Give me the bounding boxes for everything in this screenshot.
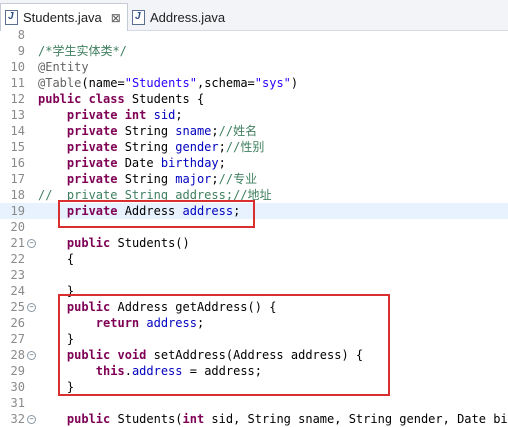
line-number: 12 [10,92,25,106]
fold-toggle-icon[interactable]: − [27,303,36,312]
line-number: 11 [10,76,25,90]
code-text: @Entity [38,60,89,74]
line-number: 9 [17,44,25,58]
line-number: 8 [17,28,25,42]
code-line[interactable]: 12 public class Students { [0,91,508,107]
code-line[interactable]: 9 /*学生实体类*/ [0,43,508,59]
line-number: 19 [10,204,25,218]
highlight-box-field [58,200,255,228]
code-text: private String gender;//性别 [66,140,265,154]
java-file-icon: J [5,10,18,25]
line-number: 26 [10,316,25,330]
code-line[interactable]: 17 private String major;//专业 [0,171,508,187]
line-number: 18 [10,188,25,202]
line-number: 14 [10,124,25,138]
line-number: 17 [10,172,25,186]
code-line[interactable]: 21− public Students() [0,235,508,251]
code-line[interactable]: 16 private Date birthday; [0,155,508,171]
code-text: { [38,252,75,266]
code-line[interactable]: 14 private String sname;//姓名 [0,123,508,139]
line-number: 23 [10,268,25,282]
code-line[interactable]: 32− public Students(int sid, String snam… [0,411,508,427]
line-number: 28 [10,348,25,362]
line-number: 32 [10,412,25,426]
code-text: public Students() [66,236,190,250]
line-number: 21 [10,236,25,250]
code-text: private Date birthday; [66,156,226,170]
code-line[interactable]: 22 { [0,251,508,267]
line-number: 10 [10,60,25,74]
tab-label: Address.java [150,9,226,25]
code-text: @Table(name="Students",schema="sys") [38,76,299,90]
line-number: 27 [10,332,25,346]
code-line[interactable]: 15 private String gender;//性别 [0,139,508,155]
line-number: 24 [10,284,25,298]
line-number: 25 [10,300,25,314]
line-number: 15 [10,140,25,154]
code-text: public Students(int sid, String sname, S… [66,412,508,426]
line-number: 13 [10,108,25,122]
fold-toggle-icon[interactable]: − [27,239,36,248]
line-number: 20 [10,220,25,234]
code-line[interactable]: 8 [0,27,508,43]
code-text: private String major;//专业 [66,172,258,186]
tab-label: Students.java [23,10,102,25]
code-line[interactable]: 11 @Table(name="Students",schema="sys") [0,75,508,91]
code-line[interactable]: 10 @Entity [0,59,508,75]
line-number: 16 [10,156,25,170]
line-number: 31 [10,396,25,410]
line-number: 29 [10,364,25,378]
code-text: private String sname;//姓名 [66,124,258,138]
code-text: /*学生实体类*/ [38,44,127,58]
fold-toggle-icon[interactable]: − [27,351,36,360]
close-icon[interactable]: ⊠ [111,11,121,25]
code-line[interactable]: 23 [0,267,508,283]
code-line[interactable]: 31 [0,395,508,411]
code-text: public class Students { [38,92,205,106]
code-line[interactable]: 13 private int sid; [0,107,508,123]
line-number: 22 [10,252,25,266]
code-text: private int sid; [66,108,183,122]
highlight-box-methods [58,294,390,396]
line-number: 30 [10,380,25,394]
fold-toggle-icon[interactable]: − [27,415,36,424]
java-file-icon: J [132,9,145,25]
